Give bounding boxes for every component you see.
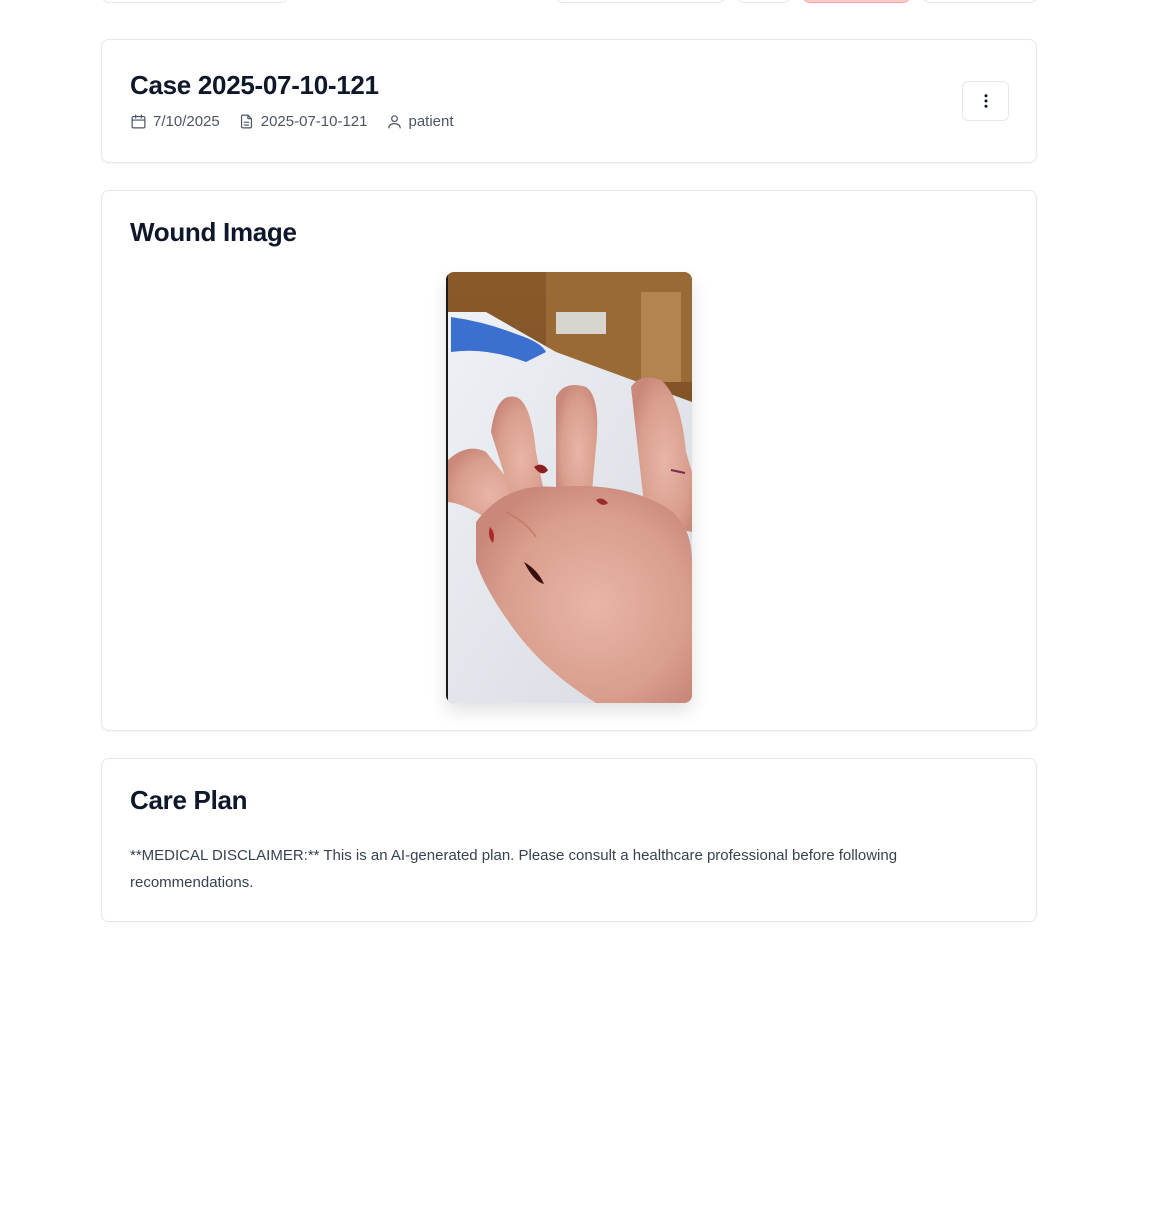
user-icon: [387, 115, 401, 129]
case-title: Case 2025-07-10-121: [130, 70, 379, 100]
toolbar-button[interactable]: [922, 0, 1038, 3]
case-id: 2025-07-10-121: [238, 113, 368, 130]
back-button[interactable]: [101, 0, 289, 3]
document-icon: [240, 114, 252, 129]
wound-photo-image: [446, 272, 692, 703]
care-plan-disclaimer: **MEDICAL DISCLAIMER:** This is an AI-ge…: [130, 847, 898, 891]
wound-photo[interactable]: [446, 272, 692, 703]
calendar-icon: [131, 114, 146, 129]
care-plan-title: Care Plan: [130, 785, 248, 815]
more-vertical-icon: [984, 94, 987, 108]
case-meta: 7/10/2025 2025-07-10-121 patient: [130, 113, 454, 130]
case-id-text: 2025-07-10-121: [260, 113, 368, 130]
case-role-text: patient: [408, 113, 454, 130]
delete-button[interactable]: [802, 0, 911, 3]
case-date: 7/10/2025: [130, 113, 220, 130]
case-role: patient: [386, 113, 454, 130]
toolbar-icon-button[interactable]: [736, 0, 791, 3]
wound-image-title: Wound Image: [130, 217, 297, 247]
toolbar-button[interactable]: [555, 0, 726, 3]
top-toolbar: [0, 0, 1170, 4]
case-header-card: Case 2025-07-10-121 7/10/2025 2025-07-10…: [101, 39, 1037, 163]
wound-image-card: Wound Image: [101, 190, 1037, 731]
care-plan-card: Care Plan **MEDICAL DISCLAIMER:** This i…: [101, 758, 1037, 922]
case-date-text: 7/10/2025: [153, 113, 220, 130]
more-options-button[interactable]: [962, 81, 1009, 121]
